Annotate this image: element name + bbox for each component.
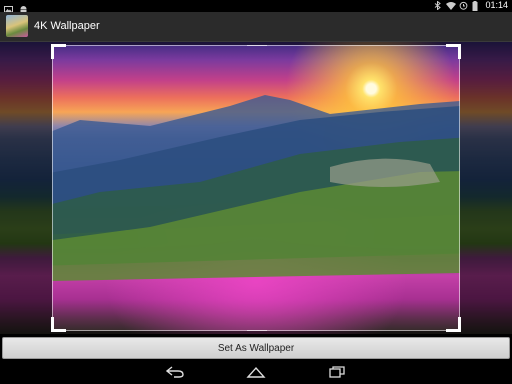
navigation-bar <box>0 360 512 384</box>
recents-icon[interactable] <box>325 363 349 381</box>
bluetooth-icon <box>433 0 442 11</box>
status-time: 01:14 <box>485 0 508 10</box>
crop-handle-top-left[interactable] <box>51 44 66 59</box>
image-notification-icon <box>4 1 13 13</box>
crop-handle-bottom-right[interactable] <box>446 317 461 332</box>
android-notification-icon <box>19 1 28 14</box>
action-bar: 4K Wallpaper <box>0 12 512 42</box>
app-title: 4K Wallpaper <box>34 20 100 32</box>
home-icon[interactable] <box>244 363 268 381</box>
set-as-wallpaper-button[interactable]: Set As Wallpaper <box>2 337 510 359</box>
status-bar: 01:14 <box>0 0 512 14</box>
wifi-icon <box>446 1 457 10</box>
crop-handle-bottom[interactable] <box>247 330 267 331</box>
crop-handle-bottom-left[interactable] <box>51 317 66 332</box>
wallpaper-preview[interactable] <box>0 42 512 334</box>
crop-handle-top[interactable] <box>247 45 267 46</box>
wallpaper-app-icon[interactable] <box>6 15 28 37</box>
battery-icon <box>472 0 481 11</box>
crop-frame[interactable] <box>51 44 461 332</box>
crop-handle-top-right[interactable] <box>446 44 461 59</box>
back-icon[interactable] <box>163 363 187 381</box>
alarm-icon <box>459 1 468 10</box>
